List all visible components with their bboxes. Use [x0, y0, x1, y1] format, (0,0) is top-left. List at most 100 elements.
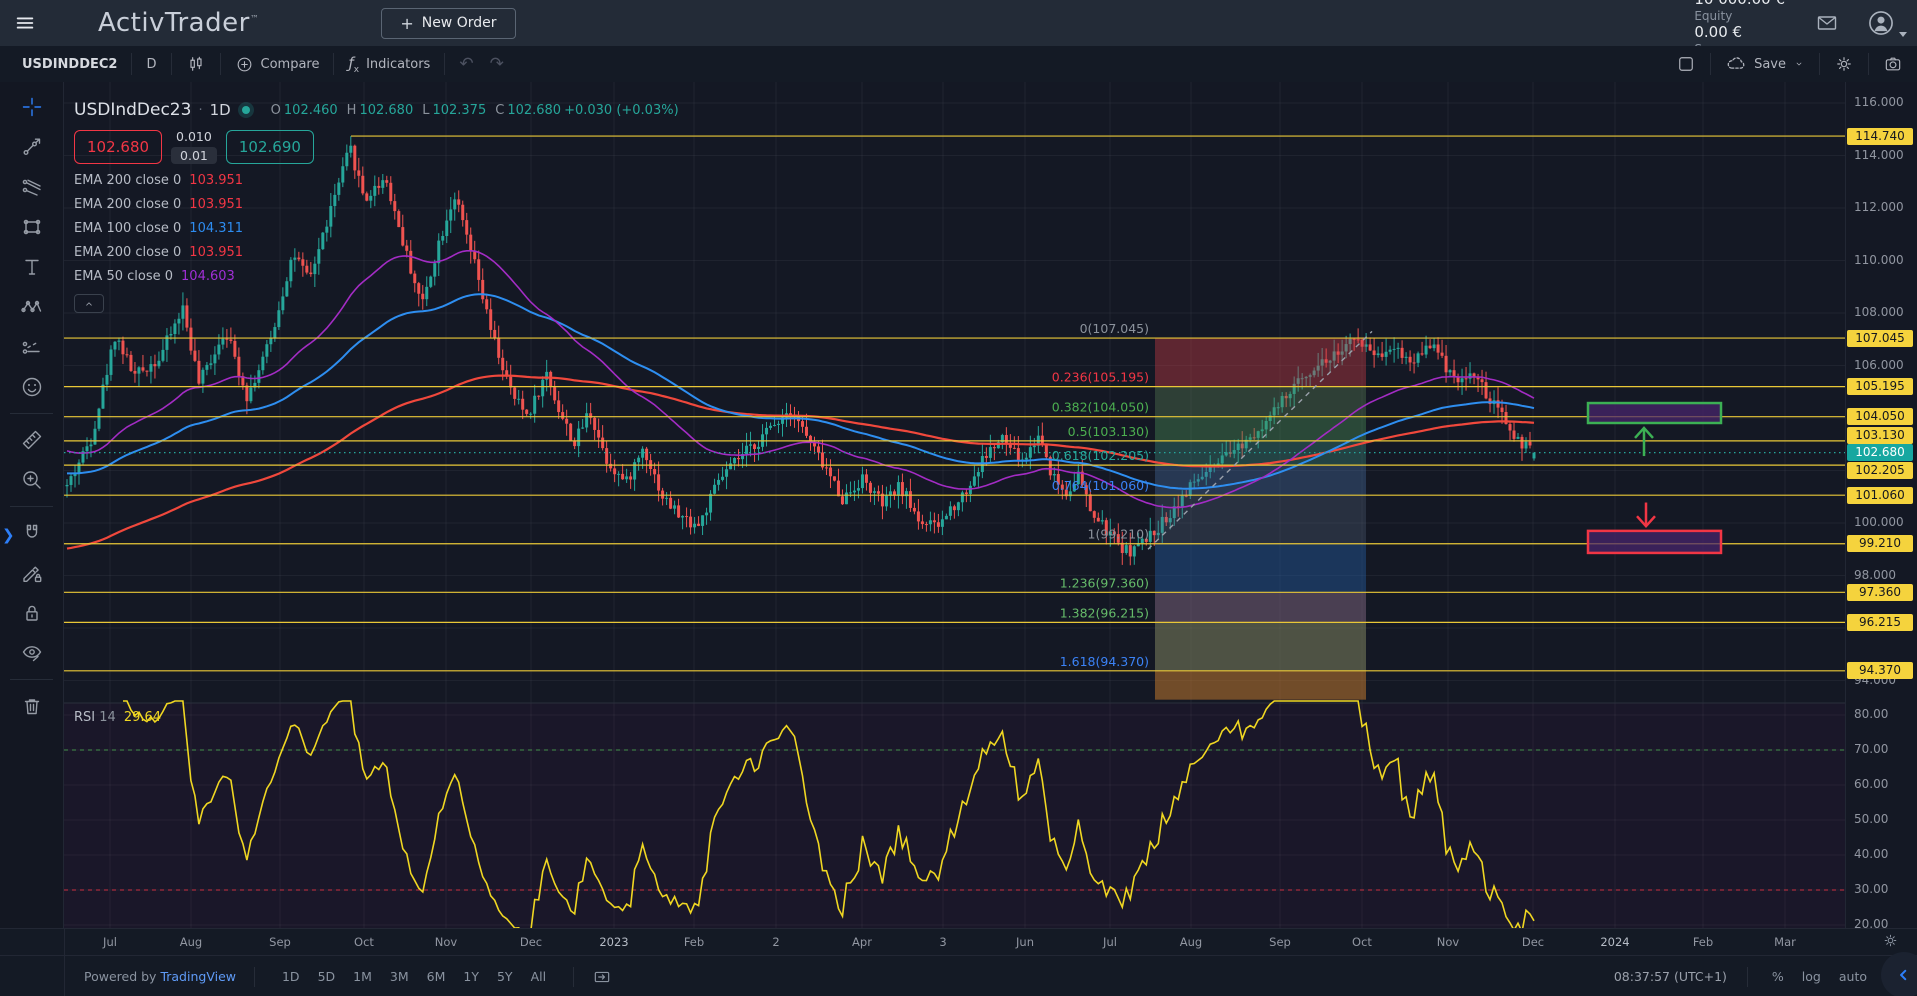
axis-settings-button[interactable] — [1882, 932, 1899, 949]
emoji-tool[interactable] — [9, 368, 55, 406]
level-price-label: 96.215 — [1847, 614, 1913, 631]
compare-button[interactable]: Compare — [221, 46, 334, 82]
market-status-indicator[interactable] — [238, 102, 254, 118]
level-price-label: 107.045 — [1847, 330, 1913, 347]
save-layout-button[interactable]: Save — [1711, 46, 1819, 82]
app-logo: ActivTrader™ — [98, 8, 259, 38]
fib-label: 1.236(97.360) — [1060, 575, 1149, 590]
eye-icon — [20, 641, 44, 665]
range-5y-button[interactable]: 5Y — [488, 965, 522, 988]
chart-settings-button[interactable] — [1820, 46, 1868, 82]
redo-button[interactable]: ↷ — [488, 46, 518, 82]
range-5d-button[interactable]: 5D — [309, 965, 345, 988]
plus-icon: + — [400, 14, 413, 33]
price-tick: 100.000 — [1854, 515, 1904, 529]
range-1m-button[interactable]: 1M — [344, 965, 381, 988]
rsi-legend: RSI 1429.64 — [74, 710, 161, 725]
chevron-left-icon — [1894, 965, 1914, 985]
range-buttons: 1D5D1M3M6M1Y5YAll — [273, 965, 555, 988]
time-tick: Nov — [435, 935, 457, 949]
price-tick: 114.000 — [1854, 148, 1904, 162]
chart-area: 0(107.045)0.236(105.195)0.382(104.050)0.… — [0, 82, 1917, 928]
auto-scale-button[interactable]: auto — [1835, 967, 1871, 986]
time-axis[interactable]: JulAugSepOctNovDec2023Feb2Apr3JunJulAugS… — [0, 928, 1917, 956]
text-icon — [20, 255, 44, 279]
range-1y-button[interactable]: 1Y — [454, 965, 488, 988]
range-6m-button[interactable]: 6M — [418, 965, 455, 988]
range-all-button[interactable]: All — [522, 965, 556, 988]
time-tick: Aug — [180, 935, 202, 949]
undo-button[interactable]: ↶ — [445, 46, 487, 82]
object-tree-expand-chevron[interactable]: ❯ — [2, 526, 15, 544]
lock-all-drawings-tool[interactable] — [9, 594, 55, 632]
avatar-icon — [1867, 9, 1895, 37]
text-tool[interactable] — [9, 248, 55, 286]
candlestick-icon — [186, 54, 206, 74]
zoom-in-tool[interactable] — [9, 461, 55, 499]
account-menu-button[interactable] — [1867, 9, 1907, 37]
chart-pane[interactable]: 0(107.045)0.236(105.195)0.382(104.050)0.… — [64, 82, 1845, 928]
trend-line-tool[interactable] — [9, 128, 55, 166]
new-order-button[interactable]: +New Order — [381, 8, 515, 39]
interval-button[interactable]: D — [132, 46, 170, 82]
zoomin-icon — [20, 468, 44, 492]
fib-label: 1(99.210) — [1088, 527, 1149, 542]
indicators-button[interactable]: ƒxIndicators — [334, 46, 444, 82]
chevron-up-icon — [82, 297, 96, 311]
rsi-tick: 30.00 — [1854, 882, 1888, 896]
time-tick: Mar — [1774, 935, 1796, 949]
redo-icon: ↷ — [490, 54, 504, 74]
sell-price-button[interactable]: 102.680 — [74, 130, 162, 164]
buy-price-button[interactable]: 102.690 — [226, 130, 314, 164]
price-tick: 108.000 — [1854, 305, 1904, 319]
go-to-date-button[interactable] — [592, 967, 612, 987]
collapse-panel-button[interactable] — [1881, 952, 1917, 996]
envelope-icon — [1815, 11, 1839, 35]
buy-target-zone[interactable] — [1588, 403, 1721, 423]
stat-equity: 10 000.00 €Equity — [1694, 0, 1785, 23]
time-tick: Jun — [1016, 935, 1034, 949]
range-3m-button[interactable]: 3M — [381, 965, 418, 988]
crosshair-tool[interactable] — [9, 88, 55, 126]
layout-icon — [1676, 54, 1696, 74]
level-price-label: 105.195 — [1847, 378, 1913, 395]
price-axis[interactable]: 116.000114.000112.000110.000108.000106.0… — [1845, 82, 1917, 928]
pattern-icon — [20, 295, 44, 319]
percent-scale-button[interactable]: % — [1768, 967, 1788, 986]
chart-style-button[interactable] — [172, 46, 220, 82]
hide-drawings-tool[interactable] — [9, 634, 55, 672]
fx-icon: ƒx — [348, 54, 359, 75]
magnet-tool[interactable] — [9, 514, 55, 552]
fib-label: 0.764(101.060) — [1052, 478, 1149, 493]
collapse-legend-button[interactable] — [74, 294, 104, 313]
activtrader-app: ActivTrader™ +New Order 10 000.00 €Balan… — [0, 0, 1917, 996]
price-chart-canvas[interactable]: 0(107.045)0.236(105.195)0.382(104.050)0.… — [64, 82, 1845, 928]
symbol-button[interactable]: USDINDDEC2 — [0, 46, 131, 82]
fib-label: 0.382(104.050) — [1052, 400, 1149, 415]
tradingview-link[interactable]: TradingView — [160, 969, 236, 984]
forecast-tool[interactable] — [9, 328, 55, 366]
rsi-tick: 40.00 — [1854, 847, 1888, 861]
spread-indicator: 0.010 0.01 — [171, 129, 217, 164]
screenshot-button[interactable] — [1869, 46, 1917, 82]
level-price-label: 99.210 — [1847, 535, 1913, 552]
measure-tool[interactable] — [9, 421, 55, 459]
multichart-layout-button[interactable] — [1662, 46, 1710, 82]
remove-drawings-tool[interactable] — [9, 687, 55, 725]
sell-target-zone[interactable] — [1588, 531, 1721, 553]
time-tick: 2023 — [599, 935, 628, 949]
level-price-label: 103.130 — [1847, 427, 1913, 444]
menu-button[interactable] — [14, 12, 36, 34]
time-tick: 2 — [772, 935, 779, 949]
chevron-down-icon — [1793, 58, 1805, 70]
drawing-lock-tool[interactable] — [9, 554, 55, 592]
messages-button[interactable] — [1815, 11, 1839, 35]
rsi-tick: 80.00 — [1854, 707, 1888, 721]
clock[interactable]: 08:37:57 (UTC+1) — [1614, 969, 1727, 984]
gann-fibonacci-tool[interactable] — [9, 168, 55, 206]
range-1d-button[interactable]: 1D — [273, 965, 309, 988]
chart-toolbar: USDINDDEC2D CompareƒxIndicators↶↷ Save — [0, 46, 1917, 83]
log-scale-button[interactable]: log — [1798, 967, 1825, 986]
xabcd-pattern-tool[interactable] — [9, 288, 55, 326]
shapes-tool[interactable] — [9, 208, 55, 246]
